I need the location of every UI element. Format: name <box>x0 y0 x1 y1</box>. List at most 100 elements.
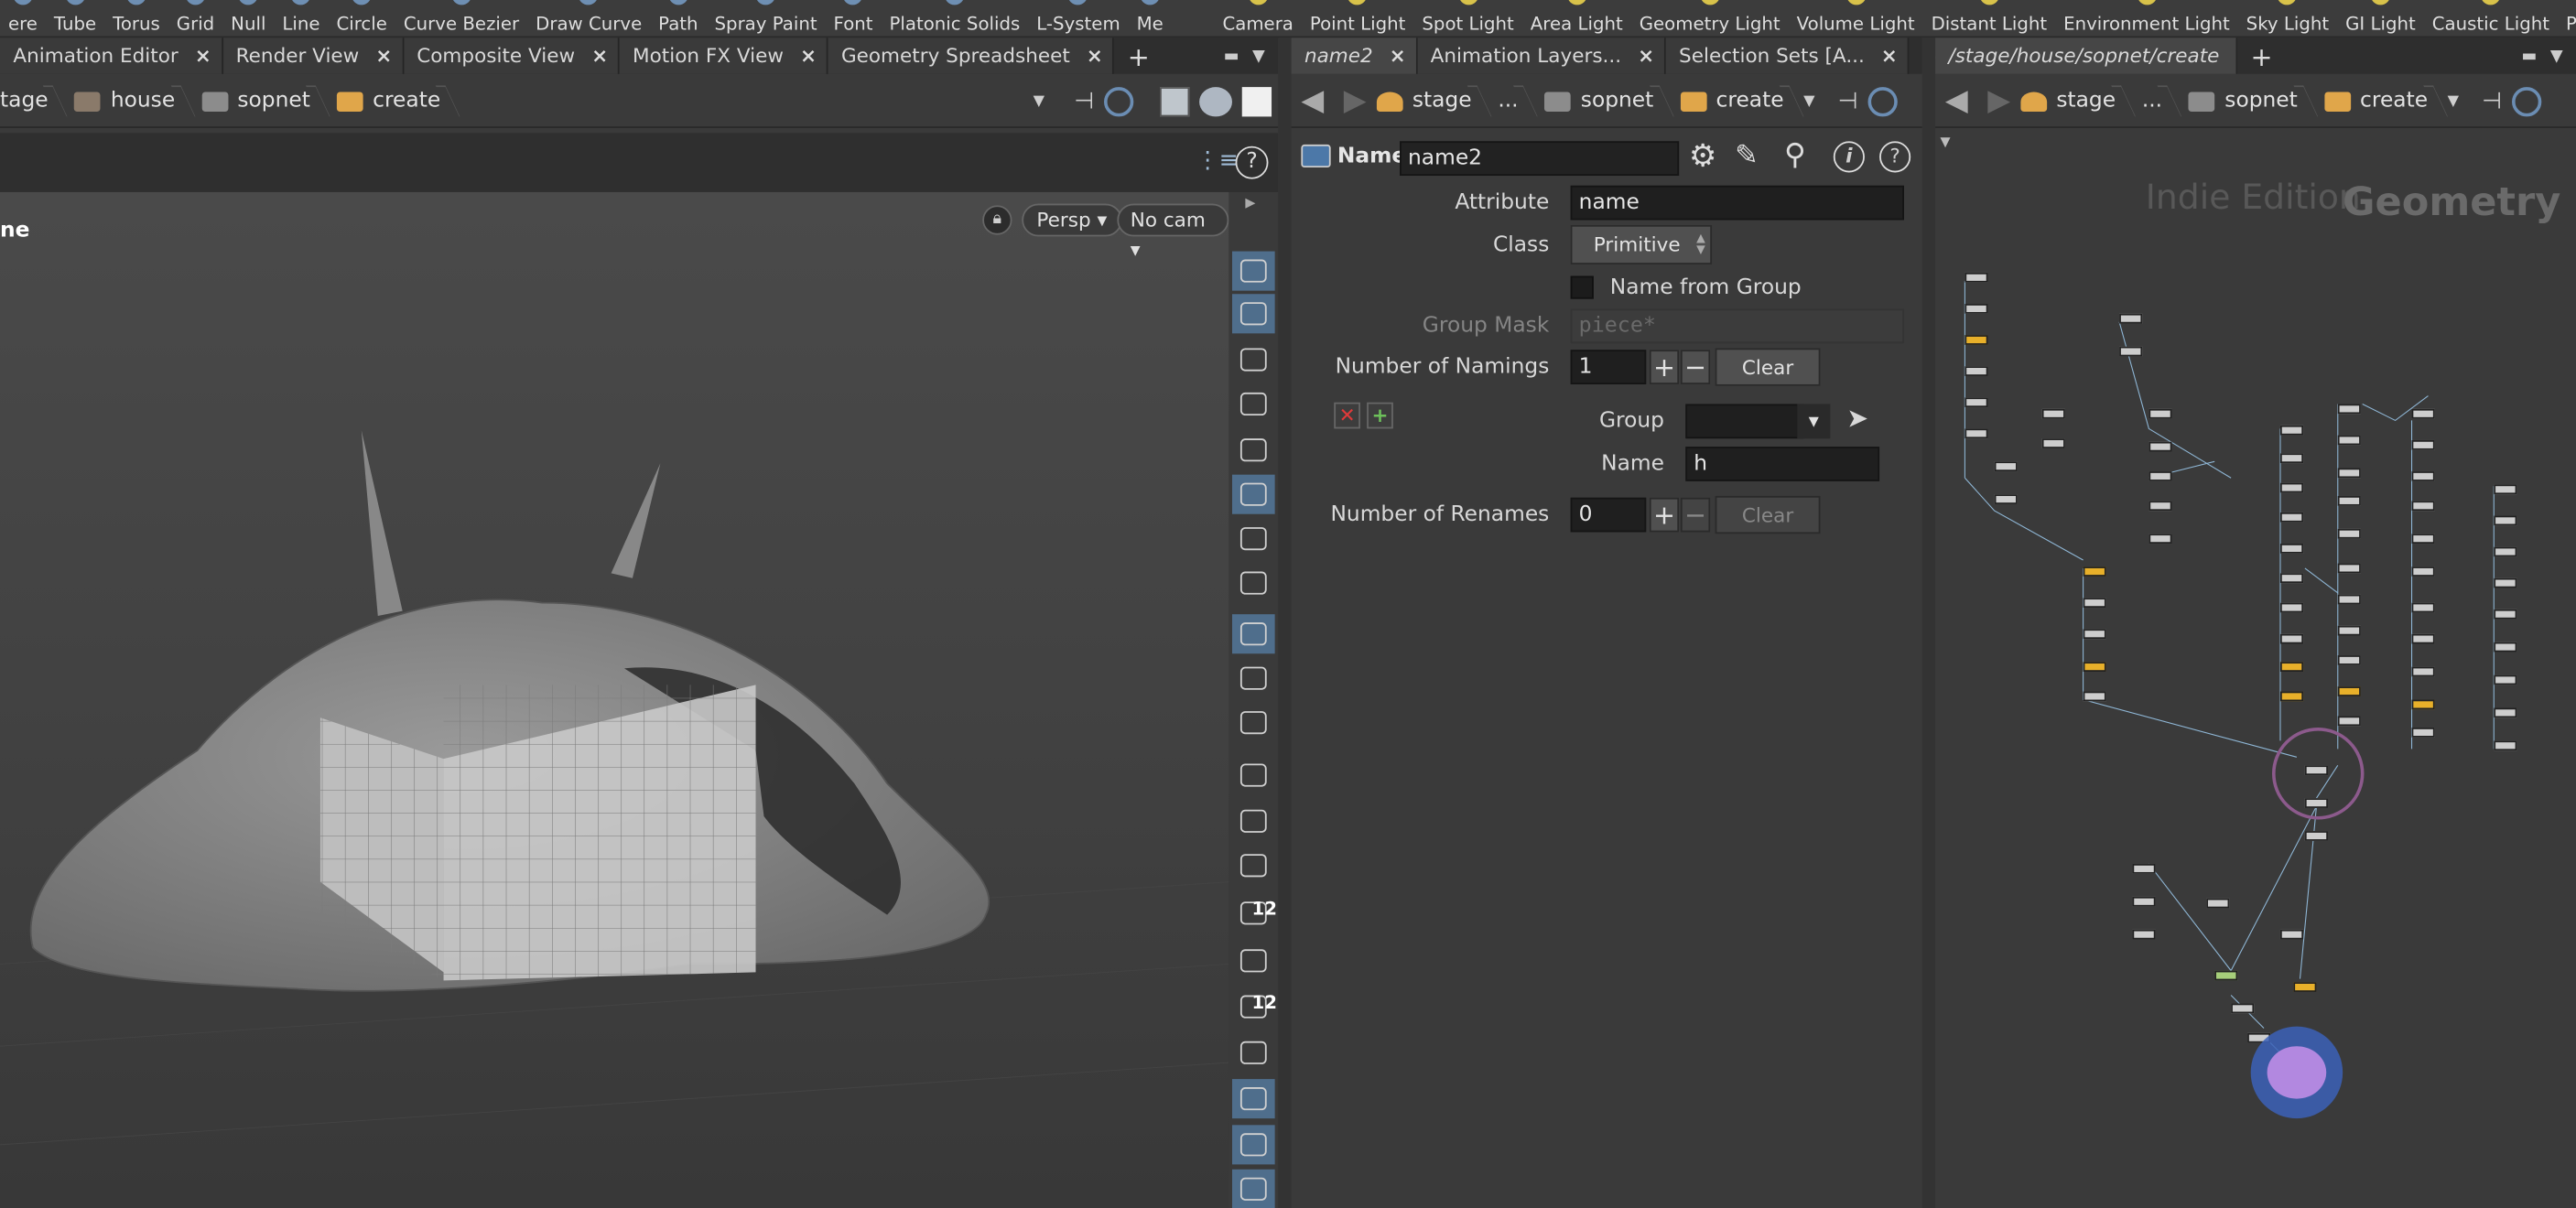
back-arrow-icon[interactable]: ◀ <box>1292 84 1334 119</box>
shelf-tool[interactable]: Path <box>650 0 706 36</box>
ghost-icon[interactable] <box>1232 703 1275 742</box>
layout-icon-3[interactable]: ▬ <box>2521 47 2537 65</box>
name-from-group-checkbox[interactable] <box>1570 275 1594 299</box>
remove-naming-button[interactable]: − <box>1680 350 1711 384</box>
pin-icon-2[interactable]: ⊣ <box>1838 88 1858 114</box>
add-rename-button[interactable]: + <box>1649 497 1680 533</box>
close-icon[interactable]: × <box>375 44 392 67</box>
network-node[interactable] <box>2148 534 2172 545</box>
network-node[interactable] <box>2411 699 2435 710</box>
persp-menu[interactable]: Persp ▾ <box>1022 203 1122 237</box>
search-icon[interactable]: ⚲ <box>1784 138 1806 173</box>
add-naming-button[interactable]: + <box>1649 350 1680 384</box>
network-node[interactable] <box>2279 929 2304 940</box>
help-icon[interactable]: ? <box>1235 146 1269 179</box>
crumb-create[interactable]: create <box>336 76 467 127</box>
pin-icon[interactable]: ⊣ <box>1074 88 1094 114</box>
display-options-icon[interactable]: ⋮≡ <box>1196 148 1239 175</box>
network-node[interactable] <box>1994 494 2018 504</box>
light-link-icon[interactable] <box>1232 564 1275 603</box>
network-node[interactable] <box>2148 501 2172 512</box>
layout-icon[interactable]: ▬ <box>1224 47 1239 65</box>
network-node[interactable] <box>2231 1003 2255 1014</box>
clear-namings-button[interactable]: Clear <box>1715 348 1821 386</box>
pane-divider-2[interactable] <box>1921 38 1936 1208</box>
close-icon[interactable]: × <box>800 44 817 67</box>
network-node[interactable] <box>2148 471 2172 481</box>
network-node[interactable] <box>2083 691 2106 702</box>
left-tab[interactable]: Geometry Spreadsheet × <box>828 38 1115 74</box>
network-node[interactable] <box>2337 655 2361 665</box>
network-node[interactable] <box>2337 404 2361 415</box>
info-icon[interactable]: i <box>1833 141 1865 173</box>
shelf-tool[interactable]: Tube <box>46 0 104 36</box>
network-node[interactable] <box>2337 468 2361 479</box>
headlight-icon[interactable] <box>1232 519 1275 558</box>
network-node[interactable] <box>2337 435 2361 446</box>
group-dropdown-button[interactable]: ▼ <box>1797 404 1831 439</box>
snap-icon[interactable] <box>1231 614 1275 654</box>
network-editor[interactable]: ▼ Indie Edition Geometry <box>1935 133 2576 1208</box>
network-node[interactable] <box>1964 335 1988 345</box>
select-display-icon[interactable] <box>1231 251 1275 291</box>
light-icon[interactable] <box>1231 474 1275 514</box>
crumb-house[interactable]: house <box>74 76 201 127</box>
crumb-ellipsis[interactable]: ... <box>1498 76 1544 127</box>
paint-icon[interactable]: ✎ <box>1735 140 1759 173</box>
light-tool[interactable]: Distant Light <box>1923 0 2056 36</box>
menu-icon[interactable]: ▼ <box>1252 47 1265 65</box>
link-icon-2[interactable] <box>1867 86 1898 116</box>
network-node[interactable] <box>2083 662 2106 673</box>
renames-field[interactable]: 0 <box>1570 497 1647 533</box>
network-node[interactable] <box>2411 471 2435 481</box>
mid-tab[interactable]: Selection Sets [A... × <box>1665 38 1910 74</box>
gear-icon[interactable]: ⚙ <box>1689 138 1717 174</box>
network-node[interactable] <box>2494 707 2517 718</box>
network-node[interactable] <box>1964 366 1988 376</box>
shelf-tool[interactable]: Me <box>1129 0 1172 36</box>
network-node[interactable] <box>2494 674 2517 685</box>
add-tab-button-3[interactable]: + <box>2237 38 2286 73</box>
pane-divider-1[interactable] <box>1278 38 1292 1208</box>
network-node[interactable] <box>2119 313 2143 324</box>
network-node[interactable] <box>2494 515 2517 526</box>
collapse-arrow-icon[interactable]: ▶ <box>1245 196 1255 210</box>
network-node[interactable] <box>2337 716 2361 727</box>
crumb-sopnet-2[interactable]: sopnet <box>1544 76 1680 127</box>
shelf-tool[interactable]: Circle <box>329 0 395 36</box>
left-tab[interactable]: Motion FX View × <box>619 38 828 74</box>
network-node[interactable] <box>2494 740 2517 751</box>
network-node[interactable] <box>1964 304 1988 314</box>
network-node[interactable] <box>2337 594 2361 605</box>
close-icon[interactable]: × <box>1881 44 1898 67</box>
name-field[interactable]: h <box>1685 447 1880 481</box>
light-tool[interactable]: Area Light <box>1522 0 1631 36</box>
crumb-stage-3[interactable]: stage <box>2019 76 2142 127</box>
shelf-tool[interactable]: Font <box>826 0 882 36</box>
link-icon[interactable] <box>1104 86 1134 116</box>
network-node[interactable] <box>2279 573 2304 584</box>
close-icon[interactable]: × <box>1638 44 1654 67</box>
network-node[interactable] <box>2411 501 2435 512</box>
pin-icon-3[interactable]: ⊣ <box>2482 88 2502 114</box>
curve-icon[interactable] <box>1232 1033 1275 1073</box>
left-tab[interactable]: Render View × <box>222 38 404 74</box>
network-node[interactable] <box>2337 495 2361 506</box>
network-node[interactable] <box>2041 438 2065 448</box>
mid-tab[interactable]: name2 × <box>1291 38 1418 74</box>
network-node[interactable] <box>2214 970 2238 981</box>
network-node[interactable] <box>1964 272 1988 283</box>
network-node[interactable] <box>2337 686 2361 696</box>
crumb-ellipsis-2[interactable]: ... <box>2142 76 2189 127</box>
crumb-create-2[interactable]: create <box>1680 76 1810 127</box>
light-tool[interactable]: Volume Light <box>1789 0 1923 36</box>
tab-network-path[interactable]: /stage/house/sopnet/create <box>1935 38 2238 74</box>
left-tab[interactable]: Animation Editor × <box>0 38 223 74</box>
help-icon-2[interactable]: ? <box>1879 141 1911 173</box>
left-tab[interactable]: Composite View × <box>403 38 620 74</box>
network-node[interactable] <box>2494 609 2517 620</box>
close-icon[interactable]: × <box>1390 44 1406 67</box>
network-node[interactable] <box>2279 512 2304 523</box>
network-node[interactable] <box>2279 544 2304 554</box>
point-snap-icon[interactable] <box>1232 756 1275 795</box>
